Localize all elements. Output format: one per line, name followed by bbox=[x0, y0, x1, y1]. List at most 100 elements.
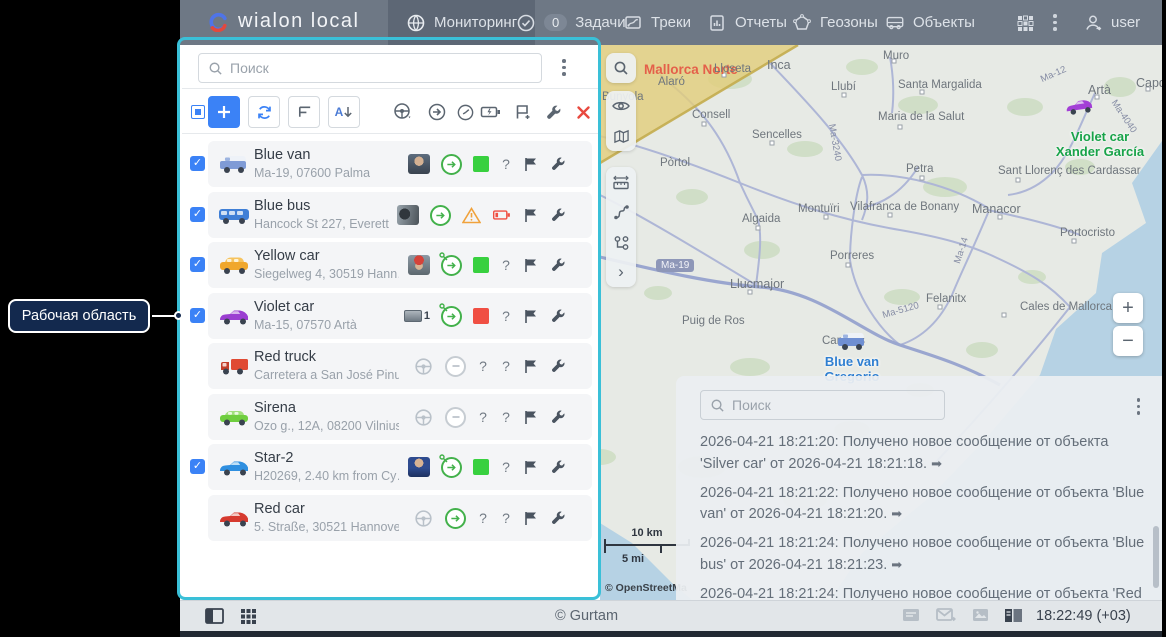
user-menu[interactable]: user bbox=[1083, 0, 1140, 45]
wrench-icon[interactable] bbox=[550, 156, 566, 172]
motion-state-icon[interactable] bbox=[426, 102, 448, 122]
flag-icon[interactable] bbox=[523, 257, 539, 273]
wrench-icon[interactable] bbox=[550, 207, 566, 223]
callout-label: Рабочая область bbox=[8, 299, 150, 333]
sort-button[interactable]: A bbox=[328, 96, 360, 128]
flag-icon[interactable] bbox=[523, 308, 539, 324]
ruler-button[interactable] bbox=[606, 167, 636, 197]
flag-icon[interactable] bbox=[523, 459, 539, 475]
map-layers-button[interactable] bbox=[606, 121, 636, 151]
flag-icon[interactable] bbox=[523, 409, 539, 425]
marker-unit-name: Violet car bbox=[1030, 130, 1162, 145]
expand-tools-button[interactable]: › bbox=[606, 257, 636, 287]
tab-tracks[interactable]: Треки bbox=[623, 0, 691, 45]
refresh-button[interactable] bbox=[248, 96, 280, 128]
nav-more-menu[interactable] bbox=[1053, 0, 1057, 45]
tab-tasks[interactable]: 0 Задачи bbox=[516, 0, 626, 45]
log-menu-icon[interactable] bbox=[1137, 398, 1141, 415]
clock-label: 18:22:49 (+03) bbox=[1036, 608, 1131, 624]
monitoring-panel: A bbox=[182, 45, 598, 600]
add-unit-button[interactable] bbox=[208, 96, 240, 128]
media-icon[interactable] bbox=[972, 608, 989, 627]
wrench-icon[interactable] bbox=[550, 409, 566, 425]
driver-photo[interactable] bbox=[408, 255, 430, 275]
bottom-apps-grid-button[interactable] bbox=[240, 608, 257, 630]
tab-units[interactable]: Объекты bbox=[885, 0, 975, 45]
unit-name: Yellow car bbox=[254, 248, 320, 264]
unit-toolbar: A bbox=[182, 90, 598, 134]
flag-icon[interactable] bbox=[523, 510, 539, 526]
drivers-filter-icon[interactable] bbox=[392, 102, 414, 122]
unit-search-input[interactable] bbox=[230, 60, 541, 76]
tab-reports[interactable]: Отчеты bbox=[707, 0, 787, 45]
wrench-icon[interactable] bbox=[550, 459, 566, 475]
zoom-in-button[interactable]: + bbox=[1113, 293, 1143, 323]
tab-monitoring[interactable]: Мониторинг bbox=[388, 0, 535, 45]
goto-message-icon[interactable]: ➡ bbox=[891, 557, 902, 572]
unit-checkbox[interactable]: ✓ bbox=[190, 308, 205, 323]
wrench-icon[interactable] bbox=[550, 257, 566, 273]
properties-wrench-icon[interactable] bbox=[542, 102, 564, 122]
goto-message-icon[interactable]: ➡ bbox=[891, 506, 902, 521]
panel-menu-icon[interactable] bbox=[562, 59, 566, 76]
ignition-key-icon bbox=[439, 252, 448, 261]
tree-view-button[interactable] bbox=[288, 96, 320, 128]
unit-checkbox[interactable]: ✓ bbox=[190, 156, 205, 171]
log-toggle-icon[interactable] bbox=[1004, 608, 1023, 628]
blue-van-marker[interactable] bbox=[832, 329, 872, 353]
nearest-units-button[interactable] bbox=[606, 227, 636, 257]
flag-icon[interactable] bbox=[523, 156, 539, 172]
visibility-eye-button[interactable] bbox=[606, 91, 636, 121]
violet-car-map-label[interactable]: Violet car Xander García bbox=[1030, 130, 1162, 160]
data-accuracy-icon[interactable] bbox=[454, 102, 476, 122]
map-label: Lloseta bbox=[714, 63, 751, 75]
no-driver-icon[interactable] bbox=[413, 356, 434, 377]
unit-address: Siegelweg 4, 30519 Hann… bbox=[254, 267, 399, 281]
driver-photo[interactable] bbox=[408, 154, 430, 174]
no-driver-icon[interactable] bbox=[413, 508, 434, 529]
messages-icon[interactable] bbox=[936, 608, 956, 628]
unit-row-red-truck[interactable]: Red truck Carretera a San José Pinul… ? … bbox=[208, 343, 592, 389]
unit-row-violet-car[interactable]: Violet car Ma-15, 07570 Artà 1 ? bbox=[208, 293, 592, 339]
unit-row-red-car[interactable]: Red car 5. Straße, 30521 Hannover ? ? bbox=[208, 495, 592, 541]
route-button[interactable] bbox=[606, 197, 636, 227]
wrench-icon[interactable] bbox=[550, 510, 566, 526]
unit-checkbox[interactable]: ✓ bbox=[190, 459, 205, 474]
unit-row-blue-van[interactable]: Blue van Ma-19, 07600 Palma ? bbox=[208, 141, 592, 187]
unit-address: Hancock St 227, Everett bbox=[254, 217, 389, 231]
unit-row-star-2[interactable]: Star-2 H20269, 2.40 km from Cy… ? bbox=[208, 444, 592, 490]
log-scrollbar-thumb[interactable] bbox=[1153, 526, 1159, 588]
map-measure-controls: › bbox=[606, 167, 636, 287]
warning-triangle-icon bbox=[462, 207, 481, 224]
notices-icon[interactable] bbox=[902, 608, 920, 627]
flag-icon[interactable] bbox=[523, 207, 539, 223]
wrench-icon[interactable] bbox=[550, 308, 566, 324]
unit-checkbox[interactable]: ✓ bbox=[190, 257, 205, 272]
driver-photo[interactable] bbox=[397, 205, 419, 225]
unit-row-yellow-car[interactable]: Yellow car Siegelweg 4, 30519 Hann… ? bbox=[208, 242, 592, 288]
clear-list-icon[interactable] bbox=[572, 102, 594, 122]
select-all-checkbox[interactable] bbox=[191, 105, 205, 119]
top-nav: wialon local Мониторинг 0 Задачи Треки О… bbox=[180, 0, 1162, 45]
log-search-input[interactable] bbox=[732, 397, 944, 413]
driver-photo[interactable] bbox=[408, 457, 430, 477]
apps-grid-button[interactable] bbox=[1015, 0, 1035, 45]
toggle-left-panel-button[interactable] bbox=[205, 608, 224, 629]
monitoring-globe-icon bbox=[406, 13, 426, 33]
unit-row-blue-bus[interactable]: Blue bus Hancock St 227, Everett bbox=[208, 192, 592, 238]
add-flag-icon[interactable] bbox=[512, 102, 534, 122]
goto-message-icon[interactable]: ➡ bbox=[931, 456, 942, 471]
unit-row-sirena[interactable]: Sirena Ozo g., 12A, 08200 Vilnius ? ? bbox=[208, 394, 592, 440]
zoom-out-button[interactable]: − bbox=[1113, 326, 1143, 356]
tab-geofences[interactable]: Геозоны bbox=[792, 0, 878, 45]
map-label: Pòrtol bbox=[660, 157, 690, 169]
wrench-icon[interactable] bbox=[550, 358, 566, 374]
battery-filter-icon[interactable] bbox=[480, 102, 502, 122]
map-label: Puig de Ros bbox=[682, 315, 745, 327]
tab-label: Мониторинг bbox=[434, 14, 517, 31]
no-driver-icon[interactable] bbox=[413, 407, 434, 428]
trailer-assignment[interactable]: 1 bbox=[404, 310, 430, 322]
map-search-button[interactable] bbox=[606, 53, 636, 83]
unit-checkbox[interactable]: ✓ bbox=[190, 207, 205, 222]
flag-icon[interactable] bbox=[523, 358, 539, 374]
